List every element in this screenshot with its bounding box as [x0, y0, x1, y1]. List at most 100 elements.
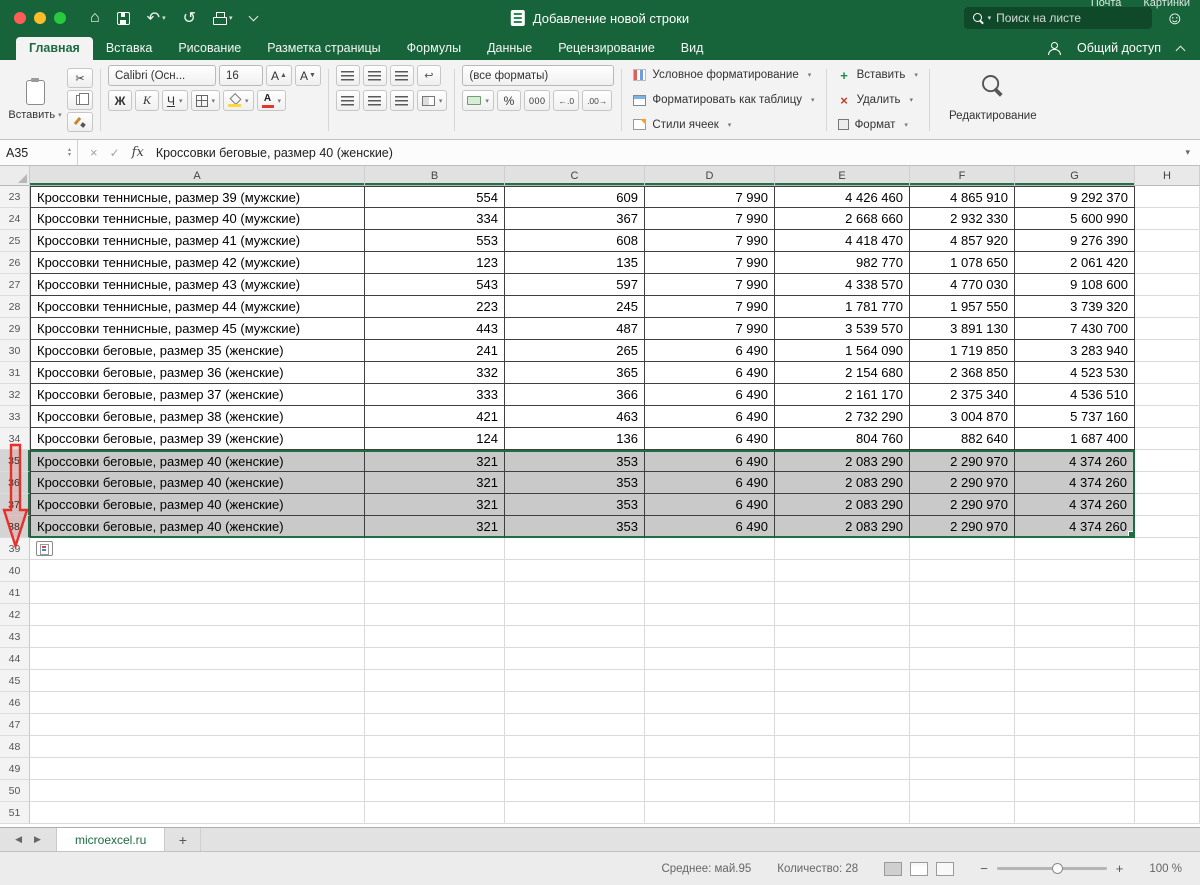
cell-A24[interactable]: Кроссовки теннисные, размер 40 (мужские)	[30, 208, 365, 230]
cell-H31[interactable]	[1135, 362, 1200, 384]
align-center-button[interactable]	[363, 90, 387, 111]
cell-E45[interactable]	[775, 670, 910, 692]
cell-E34[interactable]: 804 760	[775, 428, 910, 450]
cell-D28[interactable]: 7 990	[645, 296, 775, 318]
cell-E49[interactable]	[775, 758, 910, 780]
increase-decimal-button[interactable]: ←.0	[553, 90, 579, 111]
cell-B28[interactable]: 223	[365, 296, 505, 318]
cell-C34[interactable]: 136	[505, 428, 645, 450]
tab-risovanie[interactable]: Рисование	[165, 37, 254, 60]
cell-H37[interactable]	[1135, 494, 1200, 516]
row-header-41[interactable]: 41	[0, 582, 30, 604]
cell-D34[interactable]: 6 490	[645, 428, 775, 450]
cell-G49[interactable]	[1015, 758, 1135, 780]
cell-G34[interactable]: 1 687 400	[1015, 428, 1135, 450]
bold-button[interactable]: Ж	[108, 90, 132, 111]
cell-E23[interactable]: 4 426 460	[775, 186, 910, 208]
format-painter-button[interactable]	[67, 112, 93, 132]
cell-F27[interactable]: 4 770 030	[910, 274, 1015, 296]
tab-formuly[interactable]: Формулы	[394, 37, 474, 60]
row-header-29[interactable]: 29	[0, 318, 30, 340]
cell-D48[interactable]	[645, 736, 775, 758]
cell-C43[interactable]	[505, 626, 645, 648]
cell-H50[interactable]	[1135, 780, 1200, 802]
cell-B27[interactable]: 543	[365, 274, 505, 296]
cell-C31[interactable]: 365	[505, 362, 645, 384]
cut-button[interactable]: ✂	[67, 68, 93, 88]
cancel-icon[interactable]: ×	[90, 145, 98, 160]
cell-G38[interactable]: 4 374 260	[1015, 516, 1135, 538]
cell-C42[interactable]	[505, 604, 645, 626]
cell-A39[interactable]	[30, 538, 365, 560]
cell-E46[interactable]	[775, 692, 910, 714]
cell-E43[interactable]	[775, 626, 910, 648]
row-header-44[interactable]: 44	[0, 648, 30, 670]
cell-B51[interactable]	[365, 802, 505, 824]
cell-A32[interactable]: Кроссовки беговые, размер 37 (женские)	[30, 384, 365, 406]
cell-C29[interactable]: 487	[505, 318, 645, 340]
cell-H38[interactable]	[1135, 516, 1200, 538]
cell-G26[interactable]: 2 061 420	[1015, 252, 1135, 274]
formula-input[interactable]: Кроссовки беговые, размер 40 (женские)	[156, 146, 393, 160]
cell-A29[interactable]: Кроссовки теннисные, размер 45 (мужские)	[30, 318, 365, 340]
cell-D35[interactable]: 6 490	[645, 450, 775, 472]
cell-H30[interactable]	[1135, 340, 1200, 362]
link-mail[interactable]: Почта	[1091, 0, 1122, 9]
cell-A38[interactable]: Кроссовки беговые, размер 40 (женские)	[30, 516, 365, 538]
cell-D36[interactable]: 6 490	[645, 472, 775, 494]
cell-C26[interactable]: 135	[505, 252, 645, 274]
cell-B42[interactable]	[365, 604, 505, 626]
cell-E48[interactable]	[775, 736, 910, 758]
cell-G33[interactable]: 5 737 160	[1015, 406, 1135, 428]
cell-F36[interactable]: 2 290 970	[910, 472, 1015, 494]
cell-F43[interactable]	[910, 626, 1015, 648]
cell-F34[interactable]: 882 640	[910, 428, 1015, 450]
row-header-32[interactable]: 32	[0, 384, 30, 406]
cell-H48[interactable]	[1135, 736, 1200, 758]
cell-C49[interactable]	[505, 758, 645, 780]
cell-E36[interactable]: 2 083 290	[775, 472, 910, 494]
cell-E50[interactable]	[775, 780, 910, 802]
name-box-stepper[interactable]: ▴▾	[68, 148, 71, 158]
cell-B26[interactable]: 123	[365, 252, 505, 274]
cell-G46[interactable]	[1015, 692, 1135, 714]
add-sheet-button[interactable]: +	[165, 828, 201, 851]
cell-H35[interactable]	[1135, 450, 1200, 472]
cell-E37[interactable]: 2 083 290	[775, 494, 910, 516]
column-header-D[interactable]: D	[645, 166, 775, 186]
zoom-level[interactable]: 100 %	[1149, 863, 1182, 875]
row-header-28[interactable]: 28	[0, 296, 30, 318]
cell-H23[interactable]	[1135, 186, 1200, 208]
cell-F37[interactable]: 2 290 970	[910, 494, 1015, 516]
cell-F46[interactable]	[910, 692, 1015, 714]
share-button[interactable]: Общий доступ	[1077, 41, 1161, 55]
format-as-table-button[interactable]: Форматировать как таблицу	[629, 90, 818, 111]
row-header-49[interactable]: 49	[0, 758, 30, 780]
cell-C45[interactable]	[505, 670, 645, 692]
cell-B30[interactable]: 241	[365, 340, 505, 362]
cell-A42[interactable]	[30, 604, 365, 626]
column-header-H[interactable]: H	[1135, 166, 1200, 186]
cell-H25[interactable]	[1135, 230, 1200, 252]
row-header-31[interactable]: 31	[0, 362, 30, 384]
cell-C48[interactable]	[505, 736, 645, 758]
decrease-decimal-button[interactable]: .00→	[582, 90, 612, 111]
cell-F41[interactable]	[910, 582, 1015, 604]
cell-E31[interactable]: 2 154 680	[775, 362, 910, 384]
row-header-33[interactable]: 33	[0, 406, 30, 428]
cell-D32[interactable]: 6 490	[645, 384, 775, 406]
redo-icon[interactable]: ↺	[183, 8, 196, 28]
sheet-prev-button[interactable]: ◀	[15, 834, 22, 845]
align-top-button[interactable]	[336, 65, 360, 86]
column-header-G[interactable]: G	[1015, 166, 1135, 186]
cell-F38[interactable]: 2 290 970	[910, 516, 1015, 538]
column-header-F[interactable]: F	[910, 166, 1015, 186]
cell-D50[interactable]	[645, 780, 775, 802]
normal-view-icon[interactable]	[884, 862, 902, 876]
tab-vstavka[interactable]: Вставка	[93, 37, 165, 60]
cell-E39[interactable]	[775, 538, 910, 560]
cell-A25[interactable]: Кроссовки теннисные, размер 41 (мужские)	[30, 230, 365, 252]
cell-E28[interactable]: 1 781 770	[775, 296, 910, 318]
cell-E32[interactable]: 2 161 170	[775, 384, 910, 406]
cell-B36[interactable]: 321	[365, 472, 505, 494]
